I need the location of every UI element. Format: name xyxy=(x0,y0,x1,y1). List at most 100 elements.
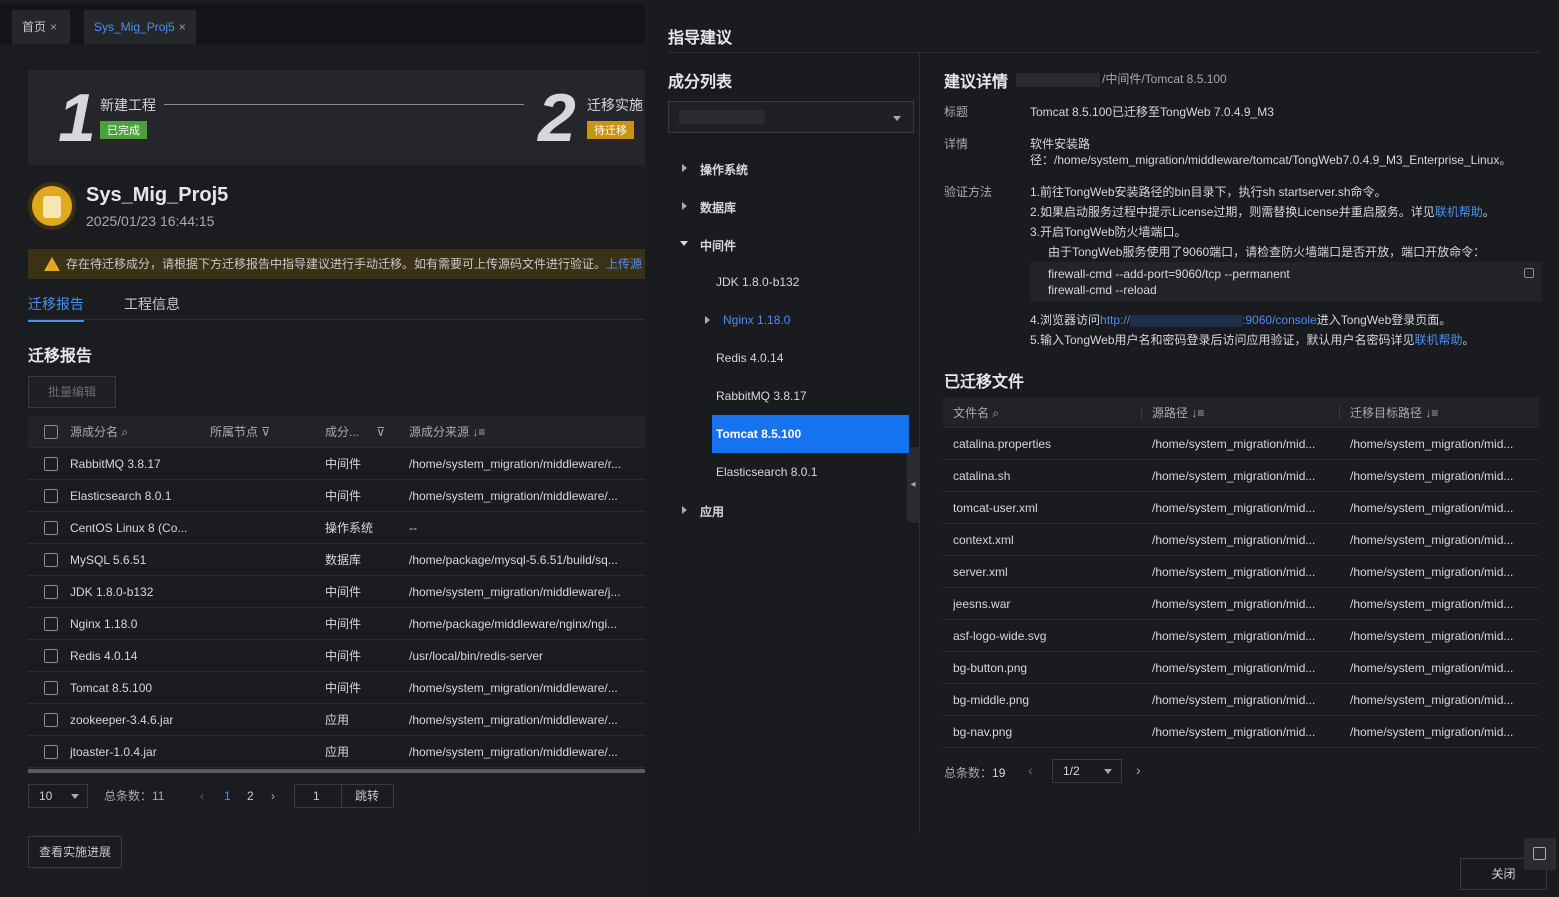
sort-icon[interactable]: ↓≡ xyxy=(472,425,485,439)
tab-project[interactable]: Sys_Mig_Proj5 × xyxy=(84,10,196,44)
table-row[interactable]: MySQL 5.6.51 数据库/home/package/mysql-5.6.5… xyxy=(28,544,645,576)
tree-middleware[interactable]: 中间件 xyxy=(700,237,736,254)
total-label: 总条数：11 xyxy=(104,789,165,803)
file-name: bg-nav.png xyxy=(953,725,1013,739)
help-link[interactable]: 联机帮助 xyxy=(1435,205,1483,219)
tab-project-info[interactable]: 工程信息 xyxy=(124,294,180,314)
tree-jdk[interactable]: JDK 1.8.0-b132 xyxy=(716,275,799,289)
file-row[interactable]: context.xml/home/system_migration/mid...… xyxy=(943,524,1539,556)
project-name: Sys_Mig_Proj5 xyxy=(86,184,229,206)
warning-banner: 存在待迁移成分，请根据下方迁移报告中指导建议进行手动迁移。如有需要可上传源码文件… xyxy=(28,249,645,279)
table-row[interactable]: JDK 1.8.0-b132 中间件/home/system_migration/… xyxy=(28,576,645,608)
table-row[interactable]: CentOS Linux 8 (Co... 操作系统 -- xyxy=(28,512,645,544)
file-row[interactable]: jeesns.war/home/system_migration/mid... /… xyxy=(943,588,1539,620)
row-checkbox[interactable] xyxy=(44,585,58,599)
files-page-select[interactable]: 1/2 xyxy=(1052,759,1122,783)
filter-icon[interactable]: ⊽ xyxy=(261,425,270,439)
page-2[interactable]: 2 xyxy=(247,784,254,808)
next-page-icon[interactable]: › xyxy=(1136,762,1141,778)
copy-icon[interactable] xyxy=(1524,268,1534,278)
expand-icon[interactable] xyxy=(682,506,687,514)
feedback-button[interactable] xyxy=(1524,838,1556,870)
file-row[interactable]: server.xml/home/system_migration/mid... /… xyxy=(943,556,1539,588)
tree-nginx[interactable]: Nginx 1.18.0 xyxy=(723,313,790,327)
table-row[interactable]: Elasticsearch 8.0.1 中间件/home/system_migra… xyxy=(28,480,645,512)
expand-icon[interactable] xyxy=(682,164,687,172)
file-name: bg-middle.png xyxy=(953,693,1030,707)
table-row[interactable]: RabbitMQ 3.8.17 中间件/home/system_migration… xyxy=(28,448,645,480)
close-icon[interactable]: × xyxy=(179,20,186,34)
col-node[interactable]: 所属节点 ⊽ xyxy=(210,416,270,448)
row-checkbox[interactable] xyxy=(44,713,58,727)
sort-icon[interactable]: ↓≡ xyxy=(1191,406,1204,420)
table-row[interactable]: zookeeper-3.4.6.jar 应用/home/system_migrat… xyxy=(28,704,645,736)
batch-edit-button[interactable]: 批量编辑 xyxy=(28,376,116,408)
file-row[interactable]: tomcat-user.xml/home/system_migration/mi… xyxy=(943,492,1539,524)
col-type[interactable]: 成分... ⊽ xyxy=(325,416,385,448)
prev-page-icon[interactable]: ‹ xyxy=(1028,762,1033,778)
col-source[interactable]: 源成分来源 ↓≡ xyxy=(409,416,485,448)
title-label: 标题 xyxy=(944,105,969,119)
tree-application[interactable]: 应用 xyxy=(700,503,724,520)
page-1[interactable]: 1 xyxy=(224,784,231,808)
tree-database[interactable]: 数据库 xyxy=(700,199,736,216)
tree-os[interactable]: 操作系统 xyxy=(700,161,748,178)
row-checkbox[interactable] xyxy=(44,521,58,535)
tab-home[interactable]: 首页 × xyxy=(12,10,70,44)
file-row[interactable]: catalina.sh/home/system_migration/mid...… xyxy=(943,460,1539,492)
detail-label: 详情 xyxy=(944,137,969,151)
expand-icon[interactable] xyxy=(705,316,710,324)
sort-icon[interactable]: ↓≡ xyxy=(1425,406,1438,420)
row-checkbox[interactable] xyxy=(44,681,58,695)
row-checkbox[interactable] xyxy=(44,617,58,631)
page-size-select[interactable]: 10 xyxy=(28,784,88,808)
file-row[interactable]: bg-button.png/home/system_migration/mid.… xyxy=(943,652,1539,684)
tree-rabbitmq[interactable]: RabbitMQ 3.8.17 xyxy=(716,389,807,403)
tree-elasticsearch[interactable]: Elasticsearch 8.0.1 xyxy=(716,465,817,479)
jump-page-input[interactable]: 1 xyxy=(294,784,342,808)
help-link[interactable]: 联机帮助 xyxy=(1415,333,1463,347)
console-url-link[interactable]: http://:9060/console xyxy=(1100,313,1317,327)
collapse-handle[interactable]: ◂ xyxy=(907,447,919,523)
filter-icon[interactable]: ⊽ xyxy=(376,425,385,439)
file-row[interactable]: bg-middle.png/home/system_migration/mid.… xyxy=(943,684,1539,716)
col-target-path[interactable]: 迁移目标路径 ↓≡ xyxy=(1350,397,1438,429)
tree-redis[interactable]: Redis 4.0.14 xyxy=(716,351,783,365)
view-progress-button[interactable]: 查看实施进展 xyxy=(28,836,122,868)
chevron-down-icon xyxy=(71,794,79,799)
close-icon[interactable]: × xyxy=(50,20,57,34)
next-page-icon[interactable]: › xyxy=(271,784,275,808)
row-checkbox[interactable] xyxy=(44,649,58,663)
col-source-path[interactable]: 源路径 ↓≡ xyxy=(1152,397,1204,429)
step-progress: 1 新建工程 已完成 2 迁移实施 待迁移 xyxy=(28,70,645,165)
component-source: /home/system_migration/middleware/... xyxy=(409,681,618,695)
select-all-checkbox[interactable] xyxy=(44,425,58,439)
upload-link[interactable]: 上传源 xyxy=(606,257,642,271)
migrated-files-title: 已迁移文件 xyxy=(944,374,1025,391)
component-type: 中间件 xyxy=(325,585,362,599)
search-icon[interactable]: ⌕ xyxy=(121,425,128,439)
table-row[interactable]: Tomcat 8.5.100 中间件/home/system_migration/… xyxy=(28,672,645,704)
command-block: firewall-cmd --add-port=9060/tcp --perma… xyxy=(1030,262,1542,302)
table-row[interactable]: jtoaster-1.0.4.jar 应用/home/system_migrati… xyxy=(28,736,645,768)
jump-button[interactable]: 跳转 xyxy=(341,784,394,808)
table-row[interactable]: Nginx 1.18.0 中间件/home/package/middleware/… xyxy=(28,608,645,640)
expand-icon[interactable] xyxy=(682,202,687,210)
node-select[interactable] xyxy=(668,101,914,133)
col-file-name[interactable]: 文件名 ⌕ xyxy=(953,397,999,429)
file-row[interactable]: catalina.properties/home/system_migratio… xyxy=(943,428,1539,460)
tab-migration-report[interactable]: 迁移报告 xyxy=(28,294,84,322)
row-checkbox[interactable] xyxy=(44,489,58,503)
search-icon[interactable]: ⌕ xyxy=(992,406,999,420)
row-checkbox[interactable] xyxy=(44,553,58,567)
horizontal-scrollbar[interactable] xyxy=(28,769,645,773)
col-name[interactable]: 源成分名 ⌕ xyxy=(70,416,128,448)
file-row[interactable]: bg-nav.png/home/system_migration/mid... /… xyxy=(943,716,1539,748)
prev-page-icon[interactable]: ‹ xyxy=(200,784,204,808)
table-row[interactable]: Redis 4.0.14 中间件/usr/local/bin/redis-serv… xyxy=(28,640,645,672)
row-checkbox[interactable] xyxy=(44,745,58,759)
tree-tomcat[interactable]: Tomcat 8.5.100 xyxy=(716,427,801,441)
file-row[interactable]: asf-logo-wide.svg/home/system_migration/… xyxy=(943,620,1539,652)
collapse-icon[interactable] xyxy=(680,241,688,246)
row-checkbox[interactable] xyxy=(44,457,58,471)
